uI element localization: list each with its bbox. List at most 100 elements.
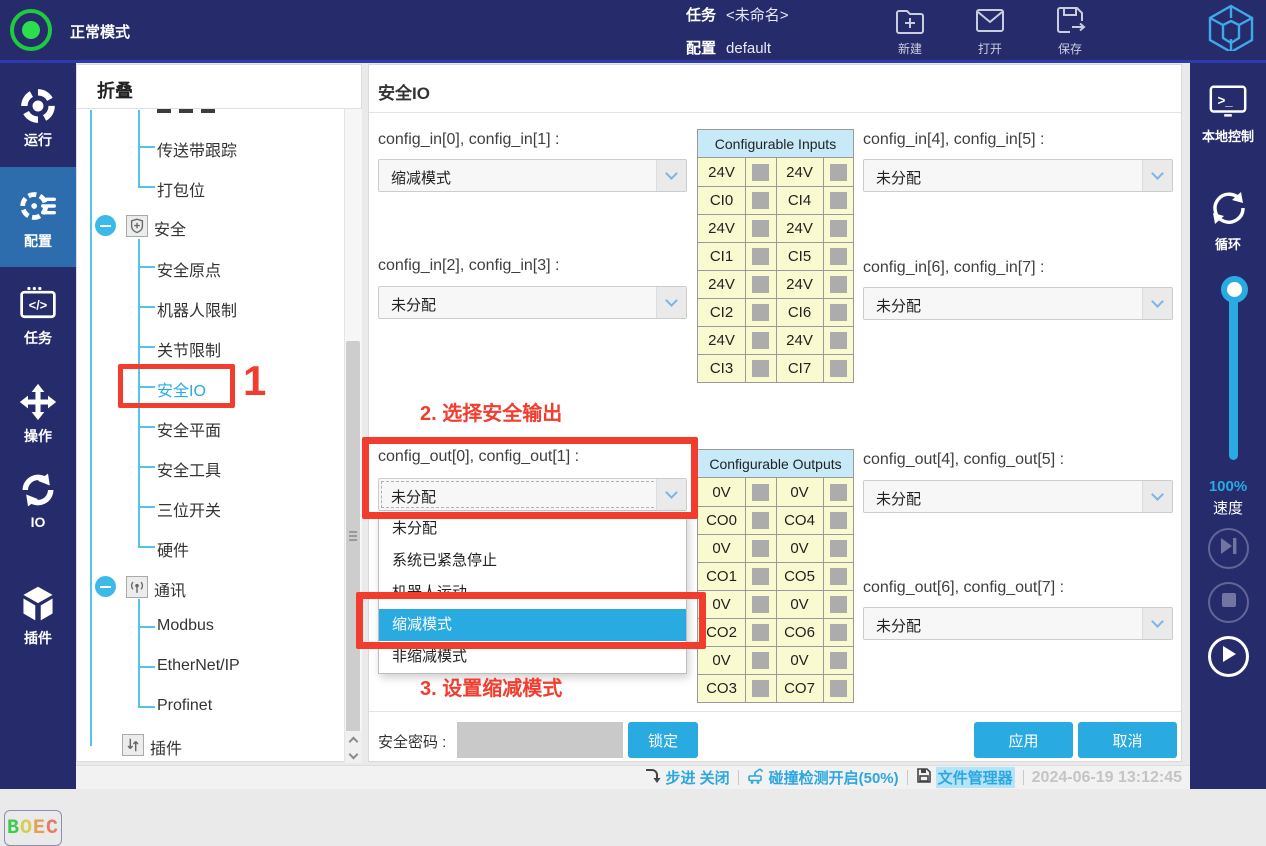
apply-button[interactable]: 应用 <box>974 722 1073 758</box>
io-indicator-square <box>752 192 769 209</box>
local-control-button[interactable]: >_ 本地控制 <box>1190 82 1266 145</box>
io-cell-label: 24V <box>698 215 745 242</box>
terminal-icon: >_ <box>1190 82 1266 122</box>
file-manager-button[interactable]: 文件管理器 <box>916 767 1015 788</box>
io-cell-indicator <box>745 327 776 354</box>
brand-letter: O <box>20 817 33 840</box>
config-in-67-dropdown[interactable]: 未分配 <box>863 287 1173 320</box>
tree-item-safety[interactable]: 安全 <box>154 216 186 240</box>
save-icon <box>1038 4 1102 38</box>
dropdown-option[interactable]: 机器人运动 <box>379 577 686 609</box>
speed-slider-handle[interactable] <box>1221 276 1248 303</box>
dropdown-option[interactable]: 系统已紧急停止 <box>379 545 686 577</box>
nav-io-label: IO <box>0 514 76 530</box>
config-row: 配置default <box>686 37 771 58</box>
tree-item-profinet[interactable]: Profinet <box>157 697 212 715</box>
io-table-row: CI3 CI7 <box>698 354 853 382</box>
dropdown-option[interactable]: 缩减模式 <box>379 609 686 641</box>
io-table-row: CO3CO7 <box>698 674 853 702</box>
config-out-01-dropdown[interactable]: 未分配 <box>378 478 687 511</box>
move-arrows-icon <box>0 382 76 422</box>
io-cell-label: CO1 <box>698 563 745 590</box>
tree-item-conveyor-tracking[interactable]: 传送带跟踪 <box>157 137 237 161</box>
dropdown-option[interactable]: 非缩减模式 <box>379 641 686 673</box>
tree-item-safety-home[interactable]: 安全原点 <box>157 257 221 281</box>
nav-config[interactable]: 配置 <box>0 167 76 267</box>
save-button[interactable]: 保存 <box>1038 4 1102 57</box>
stop-icon <box>1222 593 1236 612</box>
io-cell-indicator <box>745 507 776 534</box>
io-indicator-square <box>830 248 847 265</box>
tree-scrollbar-thumb[interactable] <box>346 341 360 733</box>
new-button[interactable]: 新建 <box>878 4 942 57</box>
stop-button[interactable] <box>1208 582 1249 623</box>
outputs-table: Configurable Outputs 0V0VCO0CO40V0VCO1CO… <box>697 449 854 703</box>
tree-item-safety-plane[interactable]: 安全平面 <box>157 417 221 441</box>
config-in-45-dropdown[interactable]: 未分配 <box>863 159 1173 192</box>
lock-button[interactable]: 锁定 <box>628 722 698 758</box>
io-indicator-square <box>752 248 769 265</box>
cancel-button[interactable]: 取消 <box>1078 722 1177 758</box>
speed-slider-track[interactable] <box>1229 290 1238 460</box>
config-in-23-dropdown[interactable]: 未分配 <box>378 286 687 319</box>
loop-button[interactable]: 循环 <box>1190 186 1266 253</box>
task-label: 任务 <box>686 7 716 24</box>
io-indicator-square <box>752 220 769 237</box>
tree-item-robot-limits[interactable]: 机器人限制 <box>157 297 237 321</box>
skip-icon <box>1219 537 1239 560</box>
nav-plugin[interactable]: 插件 <box>0 584 76 648</box>
scroll-down-icon[interactable] <box>345 747 362 763</box>
io-cell-indicator <box>745 619 776 646</box>
chevron-down-icon <box>1142 608 1172 639</box>
scroll-up-icon[interactable] <box>345 731 362 747</box>
tree-item-hardware[interactable]: 硬件 <box>157 537 189 561</box>
tree-item-ethernet-ip[interactable]: EtherNet/IP <box>157 657 240 675</box>
tree-item-modbus[interactable]: Modbus <box>157 617 214 635</box>
collapse-node-icon[interactable] <box>95 215 116 236</box>
io-indicator-square <box>830 304 847 321</box>
tree-item-joint-limits[interactable]: 关节限制 <box>157 337 221 361</box>
plugin-node-icon <box>122 734 144 756</box>
tree-item-safety-tool[interactable]: 安全工具 <box>157 457 221 481</box>
config-out-45-dropdown[interactable]: 未分配 <box>863 480 1173 513</box>
collapse-node-icon[interactable] <box>95 576 116 597</box>
io-table-row: 24V24V <box>698 326 853 354</box>
io-indicator-square <box>830 568 847 585</box>
tree-tick <box>138 706 155 708</box>
tree-item-plugin[interactable]: 插件 <box>150 735 182 759</box>
config-in-01-dropdown[interactable]: 缩减模式 <box>378 159 687 192</box>
step-mode-toggle[interactable]: 步进 关闭 <box>644 767 729 788</box>
dropdown-option[interactable]: 未分配 <box>379 513 686 545</box>
io-cell-label: 0V <box>776 647 823 674</box>
right-control-rail: >_ 本地控制 循环 100% 速度 <box>1190 60 1266 789</box>
nav-plugin-label: 插件 <box>0 628 76 648</box>
annotation-step2-text: 2. 选择安全输出 <box>420 397 562 426</box>
safety-password-input[interactable] <box>457 722 623 758</box>
nav-io[interactable]: IO <box>0 470 76 530</box>
open-button-label: 打开 <box>958 40 1022 57</box>
tree-item-packing-position[interactable]: 打包位 <box>157 177 205 201</box>
config-out-67-value: 未分配 <box>876 615 921 636</box>
open-button[interactable]: 打开 <box>958 4 1022 57</box>
nav-task[interactable]: </> 任务 <box>0 284 76 348</box>
loop-icon <box>1190 186 1266 230</box>
nav-operate[interactable]: 操作 <box>0 382 76 446</box>
io-cell-indicator <box>745 271 776 298</box>
chevron-down-icon <box>656 287 686 318</box>
nav-operate-label: 操作 <box>0 426 76 446</box>
annotation-step3-text: 3. 设置缩减模式 <box>420 672 562 701</box>
collapse-label[interactable]: 折叠 <box>97 77 133 103</box>
tree-item-communication[interactable]: 通讯 <box>154 577 186 601</box>
play-button[interactable] <box>1208 636 1249 677</box>
io-cell-label: CO5 <box>776 563 823 590</box>
nav-run[interactable]: 运行 <box>0 86 76 150</box>
step-forward-button[interactable] <box>1208 528 1249 569</box>
config-out-67-dropdown[interactable]: 未分配 <box>863 607 1173 640</box>
io-cell-indicator <box>745 478 776 506</box>
io-cell-label: CI7 <box>776 355 823 382</box>
tree-item-safety-io[interactable]: 安全IO <box>157 377 206 401</box>
io-cell-indicator <box>745 675 776 702</box>
tree-item-three-position-switch[interactable]: 三位开关 <box>157 497 221 521</box>
collision-detection-toggle[interactable]: 碰撞检测开启(50%) <box>747 767 899 788</box>
io-cell-label: CI3 <box>698 355 745 382</box>
